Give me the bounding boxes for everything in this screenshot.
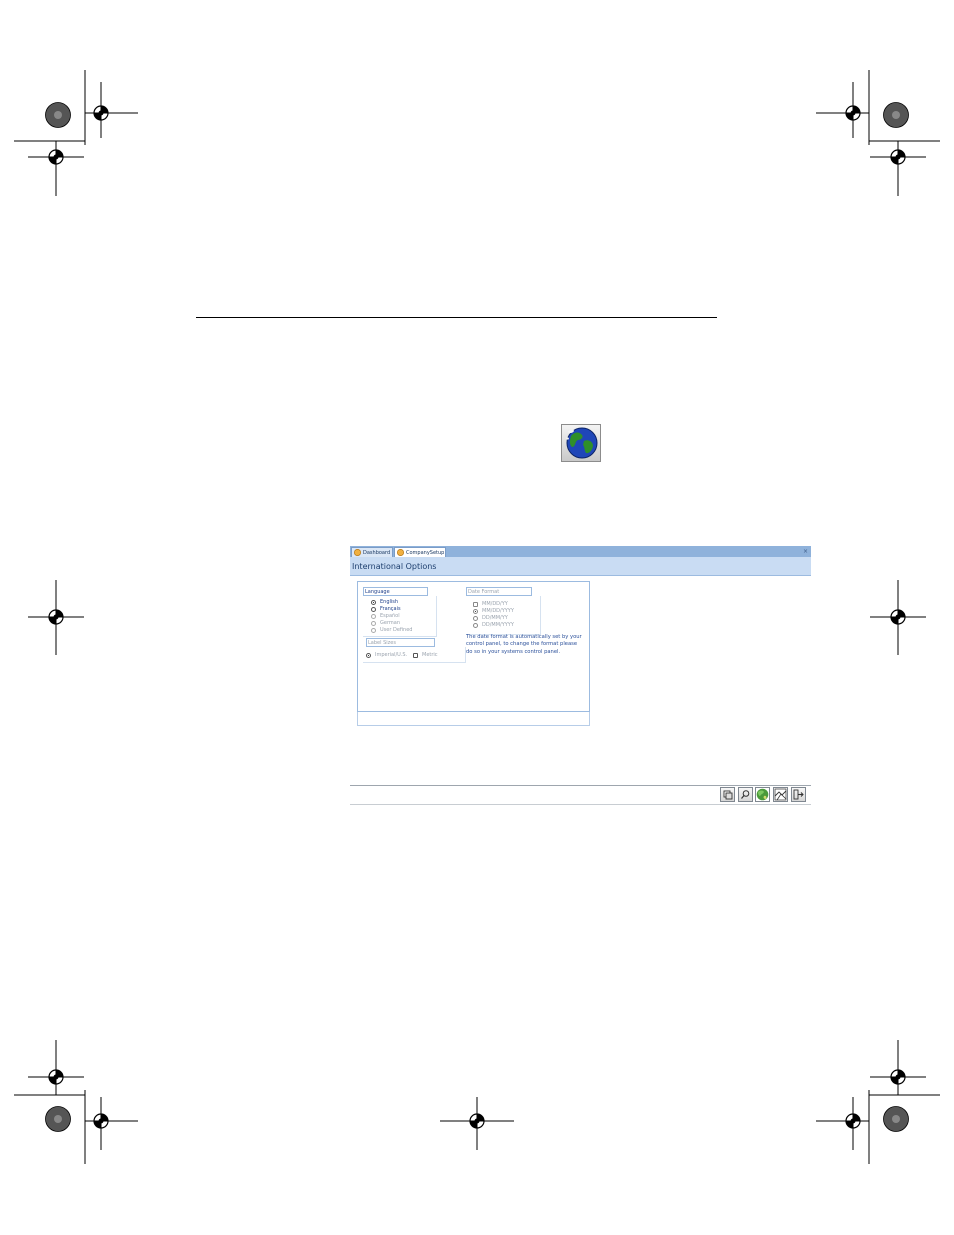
option-label: MM/DD/YYYY <box>482 608 514 614</box>
crop-mark-bottom-left <box>14 1040 138 1164</box>
radio-button <box>371 614 376 619</box>
map-button[interactable] <box>773 787 788 802</box>
option-label: English <box>380 599 399 605</box>
tab-label: CompanySetup <box>406 550 445 556</box>
exit-icon <box>793 789 804 800</box>
date-format-note: The date format is automatically set by … <box>466 634 582 655</box>
option-label: DD/MM/YYYY <box>482 622 514 628</box>
radio-button[interactable] <box>371 600 376 605</box>
document-tab-bar: Dashboard CompanySetup × <box>350 546 811 557</box>
exit-button[interactable] <box>791 787 806 802</box>
radio-button <box>473 602 478 607</box>
close-icon[interactable]: × <box>803 546 808 557</box>
radio-button[interactable] <box>413 653 418 658</box>
crop-mark-top-left <box>14 70 138 196</box>
globe-button[interactable] <box>755 787 770 802</box>
tab-label: Dashboard <box>363 550 391 556</box>
company-setup-window: Dashboard CompanySetup × International O… <box>350 546 811 808</box>
radio-button <box>473 623 478 628</box>
radio-button <box>473 616 478 621</box>
search-icon <box>741 790 750 799</box>
globe-icon <box>756 788 769 801</box>
crop-mark-bottom-center <box>440 1097 514 1150</box>
toolbar-top-border <box>350 785 811 786</box>
form-icon <box>354 549 361 556</box>
radio-button <box>371 628 376 633</box>
crop-mark-top-right <box>816 70 940 196</box>
date-format-group-title: Date Format <box>466 587 532 596</box>
search-button[interactable] <box>738 787 753 802</box>
tab-company-setup[interactable]: CompanySetup <box>394 547 446 557</box>
option-label: DD/MM/YY <box>482 615 508 621</box>
radio-button <box>473 609 478 614</box>
radio-button[interactable] <box>371 607 376 612</box>
crop-mark-bottom-right <box>816 1040 940 1164</box>
toolbar-bottom-border <box>350 804 811 805</box>
option-label: German <box>380 620 401 626</box>
globe-icon <box>566 427 598 459</box>
international-options-button[interactable] <box>561 424 601 462</box>
option-label: Metric <box>422 652 438 658</box>
label-sizes-group-title: Label Sizes <box>366 638 435 647</box>
language-group-title: Language <box>363 587 428 596</box>
map-icon <box>774 788 787 801</box>
copy-icon <box>723 790 733 800</box>
form-header: International Options <box>350 557 811 576</box>
option-label: Imperial/U.S. <box>375 652 408 658</box>
radio-button <box>371 621 376 626</box>
radio-button[interactable] <box>366 653 371 658</box>
option-label: Français <box>380 606 401 612</box>
option-label: Español <box>380 613 400 619</box>
tab-dashboard[interactable]: Dashboard <box>351 547 393 557</box>
copy-button[interactable] <box>720 787 735 802</box>
form-icon <box>397 549 404 556</box>
chapter-rule <box>196 317 717 318</box>
international-options-form: Language English Français Español German… <box>357 581 590 712</box>
option-label: MM/DD/YY <box>482 601 508 607</box>
option-label: User Defined <box>380 627 413 633</box>
form-footer <box>357 712 590 726</box>
